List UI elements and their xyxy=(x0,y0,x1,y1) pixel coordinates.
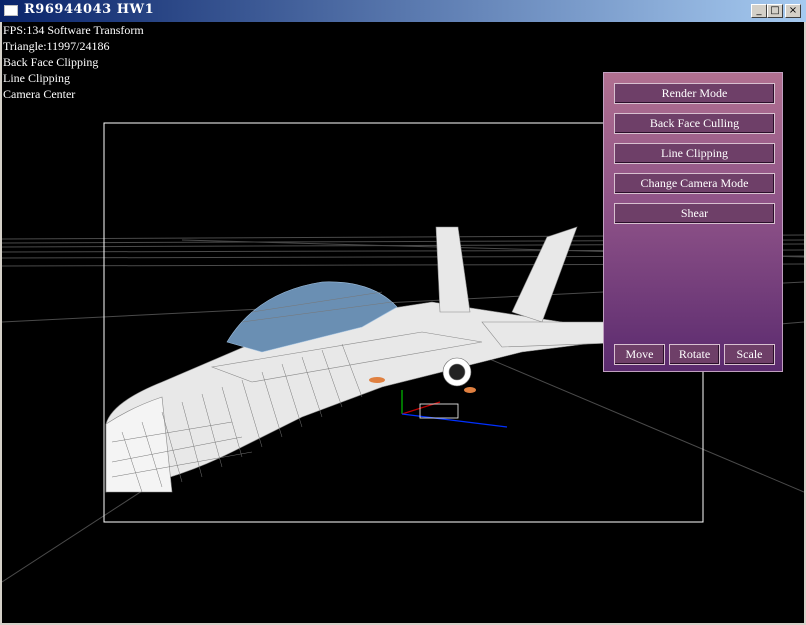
window-icon xyxy=(4,5,18,16)
line-clipping-status: Line Clipping xyxy=(3,71,70,85)
maximize-button[interactable]: □ xyxy=(767,4,783,18)
window-title: R96944043 HW1 xyxy=(24,2,155,17)
axis-gizmo xyxy=(401,390,508,428)
triangle-count: Triangle:11997/24186 xyxy=(3,39,110,53)
change-camera-mode-button[interactable]: Change Camera Mode xyxy=(614,173,775,194)
move-button[interactable]: Move xyxy=(614,344,665,365)
minimize-button[interactable]: _ xyxy=(751,4,767,18)
back-face-status: Back Face Clipping xyxy=(3,55,99,69)
app-window: R96944043 HW1 _ □ × FPS:134 Software Tra… xyxy=(0,0,806,625)
fps-readout: FPS:134 Software Transform xyxy=(3,23,144,37)
close-button[interactable]: × xyxy=(785,4,801,18)
jet-model xyxy=(105,226,653,493)
line-clipping-button[interactable]: Line Clipping xyxy=(614,143,775,164)
camera-status: Camera Center xyxy=(3,87,76,101)
rotate-button[interactable]: Rotate xyxy=(669,344,720,365)
hud-overlay: FPS:134 Software Transform Triangle:1199… xyxy=(3,22,144,102)
scale-button[interactable]: Scale xyxy=(724,344,775,365)
title-bar[interactable]: R96944043 HW1 _ □ × xyxy=(0,0,806,22)
render-viewport[interactable]: FPS:134 Software Transform Triangle:1199… xyxy=(2,22,804,623)
render-mode-button[interactable]: Render Mode xyxy=(614,83,775,104)
shear-button[interactable]: Shear xyxy=(614,203,775,224)
back-face-culling-button[interactable]: Back Face Culling xyxy=(614,113,775,134)
control-panel: Render Mode Back Face Culling Line Clipp… xyxy=(603,72,783,372)
